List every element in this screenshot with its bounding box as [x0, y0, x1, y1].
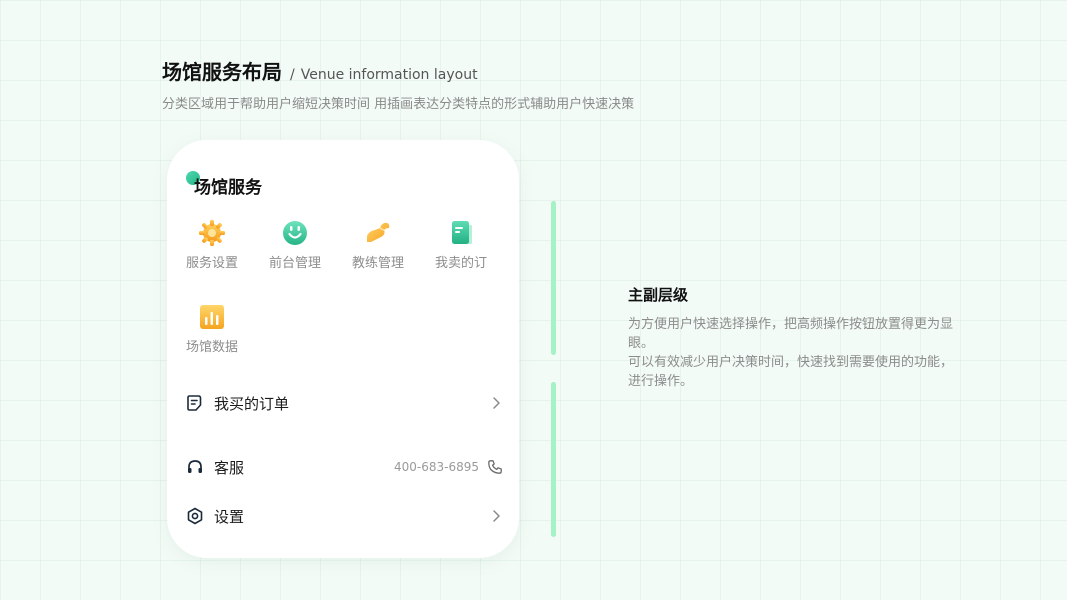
annotation-description: 为方便用户快速选择操作，把高频操作按钮放置得更为显眼。 可以有效减少用户决策时间… [628, 315, 958, 391]
grid-item-coach[interactable]: 教练管理 [341, 218, 415, 271]
page-title: 场馆服务布局 [162, 60, 282, 84]
list-item-label: 我买的订单 [214, 394, 290, 413]
page-header: 场馆服务布局 / Venue information layout 分类区域用于… [162, 56, 634, 112]
phone-icon[interactable] [487, 459, 503, 475]
secondary-hierarchy-bar [551, 382, 556, 537]
list-item-my-orders[interactable]: 我买的订单 [186, 390, 503, 416]
list-item-label: 客服 [214, 458, 245, 477]
list-item-customer-service[interactable]: 客服 400-683-6895 [186, 454, 503, 480]
header-title-row: 场馆服务布局 / Venue information layout [162, 56, 634, 85]
list-item-settings[interactable]: 设置 [186, 503, 503, 529]
bar-chart-icon [200, 305, 224, 329]
headset-icon [188, 460, 202, 473]
grid-item-label: 教练管理 [351, 256, 404, 271]
primary-hierarchy-bar [551, 201, 556, 355]
page-subtitle-en: Venue information layout [300, 67, 478, 83]
page-description: 分类区域用于帮助用户缩短决策时间 用插画表达分类特点的形式辅助用户快速决策 [162, 97, 635, 112]
venue-service-card: 场馆服务 服务设置 前台管理 教练管理 我卖的订 场馆数据 我买的订单 客服 4… [167, 140, 519, 558]
grid-item-venue-data[interactable]: 场馆数据 [175, 302, 249, 355]
book-icon [452, 221, 472, 244]
list-item-label: 设置 [214, 507, 245, 526]
hierarchy-annotation: 主副层级 为方便用户快速选择操作，把高频操作按钮放置得更为显眼。 可以有效减少用… [628, 284, 958, 391]
grid-item-service-settings[interactable]: 服务设置 [175, 218, 249, 271]
annotation-desc-line-1: 为方便用户快速选择操作，把高频操作按钮放置得更为显眼。 [628, 317, 954, 351]
document-icon [187, 395, 202, 411]
grid-item-label: 我卖的订 [434, 256, 487, 271]
grid-item-sold-orders[interactable]: 我卖的订 [424, 218, 498, 271]
grid-item-front-desk[interactable]: 前台管理 [258, 218, 332, 271]
chevron-right-icon [493, 397, 500, 409]
phone-number[interactable]: 400-683-6895 [394, 460, 479, 474]
chevron-right-icon [493, 510, 500, 522]
grid-item-label: 场馆数据 [185, 340, 238, 355]
title-separator: / [290, 67, 295, 83]
card-title: 场馆服务 [194, 178, 262, 198]
hexagon-settings-icon [187, 507, 203, 525]
annotation-desc-line-2: 可以有效减少用户决策时间，快速找到需要使用的功能，进行操作。 [628, 355, 954, 389]
annotation-title: 主副层级 [628, 286, 689, 304]
grid-item-label: 服务设置 [185, 256, 238, 271]
smiley-icon [283, 221, 307, 245]
grid-item-label: 前台管理 [268, 256, 321, 271]
gear-icon [199, 220, 225, 246]
arm-icon [367, 222, 390, 242]
